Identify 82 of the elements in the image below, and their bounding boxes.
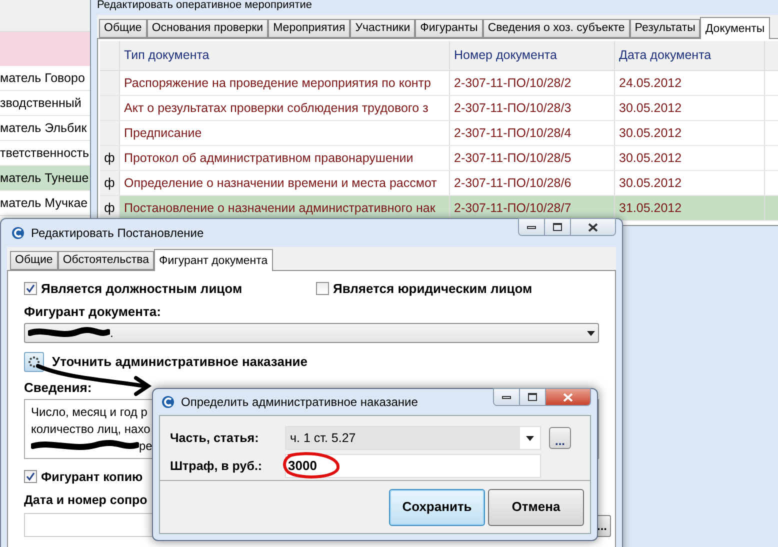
tab[interactable]: Фигуранты — [415, 19, 483, 38]
dots-icon — [28, 356, 40, 368]
tab[interactable]: Участники — [350, 19, 416, 38]
browse-button[interactable]: ... — [549, 427, 571, 449]
tab[interactable]: Основания проверки — [146, 19, 268, 38]
details-text: Число, месяц и год р — [31, 404, 148, 420]
field-label: Часть, статья: — [170, 430, 260, 447]
checkbox[interactable] — [316, 282, 329, 296]
table-cell-text: 30.05.2012 — [619, 124, 682, 142]
table-row[interactable]: ф Постановление о назначении административного нак 2-307-11-ПО/10/28/7 31.05.2012 — [100, 196, 778, 221]
window-title: Определить административное наказание — [181, 394, 418, 411]
table-cell-text: 31.05.2012 — [619, 200, 682, 217]
tab[interactable]: Обстоятельства — [58, 251, 154, 270]
field-label: Фигурант документа: — [24, 302, 162, 321]
dialog-button[interactable]: Сохранить — [389, 488, 485, 526]
maximize-button[interactable] — [520, 389, 546, 405]
app-logo-icon — [161, 395, 175, 409]
refine-button[interactable] — [24, 352, 44, 372]
table-row[interactable]: Предписание 2-307-11-ПО/10/28/4 30.05.2012 — [100, 121, 778, 146]
column-header[interactable]: Номер документа — [450, 41, 615, 70]
dropdown-value: ч. 1 ст. 5.27 — [290, 430, 356, 447]
table-cell-text: 24.05.2012 — [619, 74, 682, 92]
table-cell-text: 2-307-11-ПО/10/28/2 — [454, 74, 572, 92]
window-title: Редактировать оперативное мероприятие — [97, 0, 312, 11]
details-text: ре — [139, 438, 152, 454]
maximize-button[interactable] — [545, 219, 571, 235]
table-cell-text: Предписание — [124, 124, 202, 142]
tab[interactable]: Общие — [99, 19, 147, 38]
details-text: количество лиц, нахо — [31, 420, 150, 438]
table-cell-text: 2-307-11-ПО/10/28/7 — [454, 200, 572, 217]
row-marker: ф — [104, 174, 115, 192]
column-header[interactable]: Тип документа — [120, 41, 450, 70]
tab[interactable]: Документы — [700, 17, 770, 39]
minimize-button[interactable] — [519, 219, 545, 235]
dropdown-arrow-icon — [587, 330, 595, 336]
table-cell-text: 30.05.2012 — [619, 174, 682, 192]
table-cell-text: 2-307-11-ПО/10/28/3 — [454, 100, 572, 117]
checkbox-label: Фигурант копию — [41, 468, 143, 486]
checkbox-label: Является юридическим лицом — [333, 280, 532, 298]
table-cell-text: 30.05.2012 — [619, 150, 682, 167]
refine-label: Уточнить административное наказание — [52, 353, 308, 372]
table-cell-text: Постановление о назначении административного нак — [124, 200, 436, 217]
checkbox-label: Является должностным лицом — [41, 280, 242, 298]
table-cell-text: 2-307-11-ПО/10/28/5 — [454, 150, 572, 167]
minimize-button[interactable] — [494, 389, 520, 405]
checkbox[interactable] — [24, 282, 37, 296]
table-row[interactable]: ф Определение о назначении времени и места рассмот 2-307-11-ПО/10/28/6 30.05.2012 — [100, 171, 778, 196]
column-header[interactable]: Дата документа — [615, 41, 765, 70]
figurant-dropdown[interactable]: . — [24, 323, 599, 343]
app-logo-icon — [11, 226, 25, 240]
close-button[interactable] — [571, 219, 615, 235]
close-icon — [563, 392, 573, 402]
tab[interactable]: Мероприятия — [268, 19, 350, 38]
table-cell-text: Протокол об административном правонарушении — [124, 150, 414, 167]
row-marker: ф — [104, 199, 115, 218]
tab[interactable]: Фигурант документа — [154, 249, 273, 271]
dropdown-value: . — [110, 325, 114, 342]
table-cell-text: Определение о назначении времени и места рассмот — [124, 174, 437, 192]
field-label: Сведения: — [24, 379, 92, 397]
field-label: Штраф, в руб.: — [170, 458, 264, 475]
close-icon — [588, 222, 598, 232]
row-marker: ф — [104, 149, 115, 168]
field-label: Дата и номер сопро — [24, 492, 148, 510]
table-row[interactable]: Акт о результатах проверки соблюдения трудового з 2-307-11-ПО/10/28/3 30.05.2012 — [100, 96, 778, 121]
checkbox[interactable] — [24, 470, 37, 484]
tab[interactable]: Результаты — [630, 19, 700, 38]
table-cell-text: 30.05.2012 — [619, 100, 682, 117]
table-row[interactable]: Распоряжение на проведение мероприятия по контр 2-307-11-ПО/10/28/2 24.05.2012 — [100, 71, 778, 96]
table-cell-text: Распоряжение на проведение мероприятия по контр — [124, 74, 431, 92]
table-cell-text: Акт о результатах проверки соблюдения трудового з — [124, 100, 428, 117]
tab[interactable]: Сведения о хоз. субъекте — [482, 19, 630, 38]
table-row[interactable]: ф Протокол об административном правонарушении 2-307-11-ПО/10/28/5 30.05.2012 — [100, 146, 778, 171]
table-cell-text: 2-307-11-ПО/10/28/4 — [454, 124, 572, 142]
article-dropdown[interactable]: ч. 1 ст. 5.27 — [285, 426, 541, 450]
tab[interactable]: Общие — [10, 251, 58, 270]
dialog-button[interactable]: Отмена — [488, 488, 584, 526]
dropdown-arrow-icon — [526, 436, 534, 440]
fine-input[interactable]: 3000 — [285, 454, 541, 478]
table-cell-text: 2-307-11-ПО/10/28/6 — [454, 174, 572, 192]
list-row[interactable]: матель Тунеше — [0, 166, 90, 191]
fine-value: 3000 — [288, 457, 317, 476]
window-title: Редактировать Постановление — [31, 225, 204, 242]
